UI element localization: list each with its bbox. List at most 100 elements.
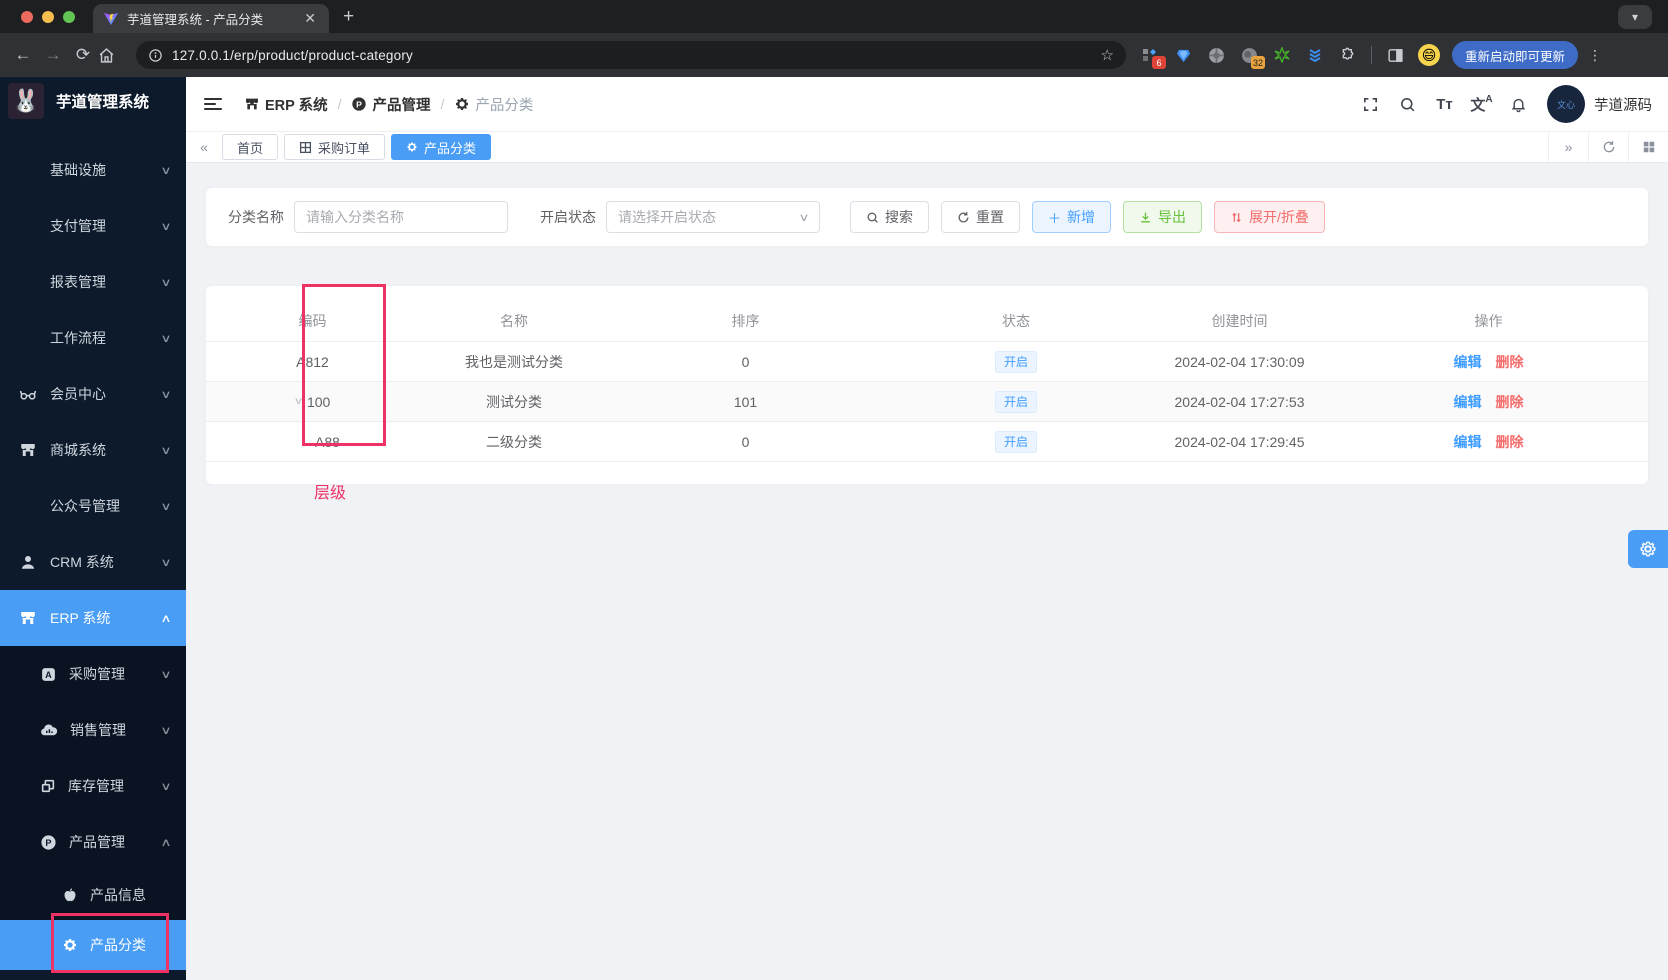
row-created-time: 2024-02-04 17:27:53 xyxy=(1174,393,1305,410)
browser-toolbar: ← → ⟳ 127.0.0.1/erp/product/product-cate… xyxy=(0,33,1668,77)
status-select[interactable]: 请选择开启状态 ∨ xyxy=(606,201,820,233)
toolbar-divider xyxy=(1371,46,1372,64)
relaunch-update-button[interactable]: 重新启动即可更新 xyxy=(1452,41,1579,69)
delete-link[interactable]: 删除 xyxy=(1496,352,1524,372)
chevron-up-icon: ∧ xyxy=(160,836,172,849)
address-bar[interactable]: 127.0.0.1/erp/product/product-category ☆ xyxy=(136,41,1126,69)
chevron-down-icon: ∨ xyxy=(160,724,172,737)
tab-close-icon[interactable]: ✕ xyxy=(301,10,319,27)
table-header-row: 编码 名称 排序 状态 创建时间 操作 xyxy=(206,300,1648,342)
collapse-menu-icon[interactable] xyxy=(204,95,222,113)
chevron-down-icon: ∨ xyxy=(160,556,172,569)
extension-gem-icon[interactable] xyxy=(1173,45,1193,65)
status-badge: 开启 xyxy=(994,390,1037,413)
app-header: ERP 系统 / P 产品管理 / 产品分类 Tᴛ 文 A 文心 芋道源码 xyxy=(186,77,1668,132)
sidebar-item-sales-mgmt[interactable]: 销售管理 ∨ xyxy=(0,702,186,758)
tag-purchase-order[interactable]: 采购订单 xyxy=(284,134,386,160)
side-panel-icon[interactable] xyxy=(1385,45,1405,65)
bookmark-star-icon[interactable]: ☆ xyxy=(1101,46,1114,64)
tab-search-chevron-icon[interactable]: ▾ xyxy=(1618,5,1652,29)
refresh-page-icon[interactable] xyxy=(1588,132,1628,162)
copy-squares-icon xyxy=(40,778,56,794)
chevron-down-icon: ∨ xyxy=(798,211,810,224)
browser-menu-icon[interactable]: ⋮ xyxy=(1588,47,1602,64)
vite-favicon xyxy=(103,11,119,27)
reset-button[interactable]: 重置 xyxy=(941,201,1020,233)
forward-icon[interactable]: → xyxy=(38,45,68,65)
sidebar-item-inventory-mgmt[interactable]: 库存管理 ∨ xyxy=(0,758,186,814)
fullscreen-icon[interactable] xyxy=(1352,96,1389,113)
sidebar-item-infrastructure[interactable]: 基础设施 ∨ xyxy=(0,142,186,198)
close-window-button[interactable] xyxy=(21,10,33,23)
header-actions: Tᴛ 文A 文心 芋道源码 xyxy=(1352,85,1668,123)
table-row: A812 我也是测试分类 0 开启 2024-02-04 17:30:09 编辑… xyxy=(206,342,1648,382)
export-button[interactable]: 导出 xyxy=(1123,201,1203,233)
extension-circle-icon[interactable]: 32 xyxy=(1239,45,1265,69)
sidebar-item-workflow[interactable]: 工作流程 ∨ xyxy=(0,310,186,366)
row-name: 我也是测试分类 xyxy=(465,353,563,370)
sidebar-item-report[interactable]: 报表管理 ∨ xyxy=(0,254,186,310)
sidebar-item-purchase-mgmt[interactable]: A 采购管理 ∨ xyxy=(0,646,186,702)
shop-icon xyxy=(18,441,38,459)
app-title: 芋道管理系统 xyxy=(56,94,150,111)
home-icon[interactable] xyxy=(98,47,128,64)
search-icon[interactable] xyxy=(1389,96,1426,113)
user-name[interactable]: 芋道源码 xyxy=(1594,94,1662,115)
zoom-window-button[interactable] xyxy=(63,10,75,23)
url-text[interactable]: 127.0.0.1/erp/product/product-category xyxy=(172,48,1101,63)
breadcrumb-item-product-mgmt[interactable]: P 产品管理 xyxy=(351,94,430,115)
browser-tab[interactable]: 芋道管理系统 - 产品分类 ✕ xyxy=(93,4,329,33)
tag-product-category[interactable]: 产品分类 xyxy=(391,134,492,160)
store-icon xyxy=(244,96,260,112)
delete-link[interactable]: 删除 xyxy=(1496,432,1524,452)
new-tab-button[interactable]: + xyxy=(343,6,354,28)
main-area: ERP 系统 / P 产品管理 / 产品分类 Tᴛ 文 A 文心 芋道源码 « … xyxy=(186,77,1668,980)
language-icon[interactable]: 文A xyxy=(1463,94,1500,115)
col-header-sort: 排序 xyxy=(731,312,760,329)
reload-icon[interactable]: ⟳ xyxy=(68,45,98,65)
sidebar-item-payment[interactable]: 支付管理 ∨ xyxy=(0,198,186,254)
expand-collapse-button[interactable]: 展开/折叠 xyxy=(1214,201,1325,233)
extensions-puzzle-icon[interactable] xyxy=(1338,45,1358,65)
site-info-icon[interactable] xyxy=(148,48,163,63)
search-button[interactable]: 搜索 xyxy=(850,201,929,233)
row-sort: 0 xyxy=(741,433,750,450)
user-avatar[interactable]: 文心 xyxy=(1547,85,1585,123)
back-icon[interactable]: ← xyxy=(8,45,38,65)
row-created-time: 2024-02-04 17:30:09 xyxy=(1174,353,1305,370)
svg-text:P: P xyxy=(45,838,51,848)
sidebar-logo-row[interactable]: 🐰 芋道管理系统 xyxy=(0,77,186,125)
category-name-input[interactable] xyxy=(294,201,508,233)
browser-profile-avatar[interactable]: 😄 xyxy=(1418,44,1440,66)
sidebar-item-erp[interactable]: ERP 系统 ∧ xyxy=(0,590,186,646)
minimize-window-button[interactable] xyxy=(42,10,54,23)
chevron-down-icon: ∨ xyxy=(160,220,172,233)
chevron-down-icon: ∨ xyxy=(160,668,172,681)
sidebar-item-official-account[interactable]: 公众号管理 ∨ xyxy=(0,478,186,534)
edit-link[interactable]: 编辑 xyxy=(1454,352,1482,372)
edit-link[interactable]: 编辑 xyxy=(1454,432,1482,452)
layout-grid-icon[interactable] xyxy=(1628,132,1668,162)
tags-scroll-left-icon[interactable]: « xyxy=(186,139,222,155)
font-size-icon[interactable]: Tᴛ xyxy=(1426,96,1463,113)
breadcrumb-item-erp[interactable]: ERP 系统 xyxy=(244,94,328,115)
tags-scroll-right-icon[interactable]: » xyxy=(1548,132,1588,162)
edit-link[interactable]: 编辑 xyxy=(1454,392,1482,412)
sidebar-item-member-center[interactable]: 会员中心 ∨ xyxy=(0,366,186,422)
delete-link[interactable]: 删除 xyxy=(1496,392,1524,412)
sidebar-item-mall[interactable]: 商城系统 ∨ xyxy=(0,422,186,478)
extension-chevrons-icon[interactable] xyxy=(1305,45,1325,65)
browser-tabstrip: 芋道管理系统 - 产品分类 ✕ + ▾ xyxy=(0,0,1668,33)
tag-home[interactable]: 首页 xyxy=(222,134,279,160)
tags-bar-actions: » xyxy=(1548,132,1668,162)
bell-icon[interactable] xyxy=(1500,96,1537,113)
extension-wheel-icon[interactable] xyxy=(1206,45,1226,65)
sidebar-item-crm[interactable]: CRM 系统 ∨ xyxy=(0,534,186,590)
a-square-icon: A xyxy=(40,666,57,683)
extension-star-icon[interactable] xyxy=(1272,45,1292,65)
sidebar-item-product-mgmt[interactable]: P 产品管理 ∧ xyxy=(0,814,186,870)
gear-flower-icon xyxy=(406,141,418,153)
extension-pixel-icon[interactable]: 6 xyxy=(1140,45,1166,69)
theme-settings-button[interactable] xyxy=(1628,530,1668,568)
add-button[interactable]: ＋ 新增 xyxy=(1032,201,1112,233)
